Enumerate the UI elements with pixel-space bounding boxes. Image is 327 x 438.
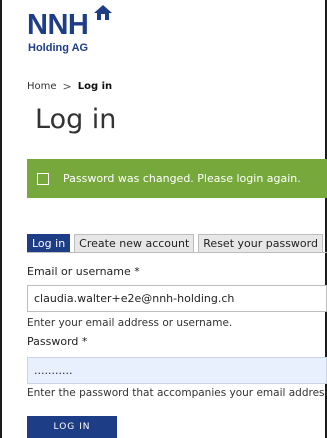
breadcrumb-separator-icon: > — [62, 80, 72, 93]
email-help-text: Enter your email address or username. — [27, 317, 233, 329]
breadcrumb: Home > Log in — [27, 80, 112, 93]
account-tabs: Log in Create new account Reset your pas… — [27, 233, 327, 253]
email-label-text: Email or username — [27, 265, 131, 278]
password-field-label: Password * — [27, 335, 87, 348]
log-in-button[interactable]: LOG IN — [27, 416, 117, 438]
breadcrumb-current: Log in — [77, 81, 113, 92]
email-field-label: Email or username * — [27, 265, 140, 278]
password-help-text: Enter the password that accompanies your… — [27, 387, 327, 399]
breadcrumb-home-link[interactable]: Home — [27, 81, 57, 92]
logo-wordmark: NNH — [27, 9, 89, 41]
password-field[interactable] — [27, 357, 327, 384]
tab-reset-password[interactable]: Reset your password — [198, 234, 323, 252]
status-message: Password was changed. Please login again… — [27, 159, 327, 198]
required-marker: * — [134, 265, 140, 278]
tab-create-new-account[interactable]: Create new account — [74, 234, 195, 252]
page-title: Log in — [35, 104, 117, 135]
house-icon — [94, 5, 112, 20]
site-logo[interactable]: NNH Holding AG — [27, 4, 147, 64]
window-frame-left — [0, 0, 2, 438]
required-marker: * — [81, 335, 88, 348]
logo-subtitle: Holding AG — [28, 42, 89, 54]
status-message-text: Password was changed. Please login again… — [63, 172, 301, 185]
email-field[interactable] — [27, 285, 327, 312]
password-label-text: Password — [27, 335, 79, 348]
status-checkbox-icon — [37, 172, 49, 185]
tab-log-in[interactable]: Log in — [27, 234, 71, 252]
